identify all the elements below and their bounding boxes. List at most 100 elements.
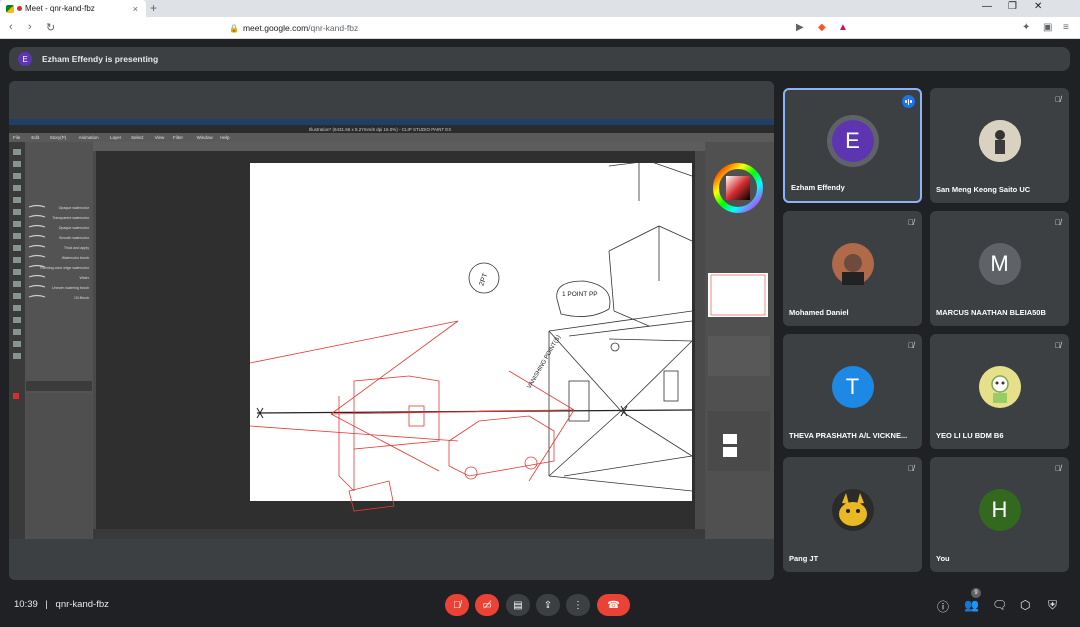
participant-photo-avatar	[831, 488, 874, 531]
present-screen-icon: ⇪	[543, 599, 553, 611]
wallet-icon[interactable]: ▣	[1043, 22, 1052, 33]
menu-icon[interactable]: ≡	[1063, 22, 1069, 33]
app-menu-item: Edit	[31, 135, 40, 140]
app-menu-item: Filter	[173, 135, 184, 140]
url-host: meet.google.com	[242, 23, 309, 33]
captions-icon: ▤	[513, 599, 523, 611]
separator: |	[45, 599, 48, 610]
participant-avatar: M	[978, 242, 1021, 285]
reload-icon[interactable]: ↻	[46, 21, 55, 34]
app-menu-item: View	[155, 135, 165, 140]
brush-item: Transparent watercolor	[52, 216, 90, 220]
brush-item: Oil Brush	[74, 296, 89, 300]
presenter-avatar: E	[18, 52, 32, 66]
more-options-button[interactable]: ⋮	[566, 594, 590, 616]
chat-icon[interactable]: 🗨	[992, 598, 1007, 612]
presenting-banner: E Ezham Effendy is presenting	[9, 47, 1070, 71]
app-title: Illustration* (6431.66 x 8.27mm/6 dpi 16…	[309, 127, 451, 132]
meeting-controls: 10:39 | qnr-kand-fbz 🎙̸ ▭̸ ▤ ⇪ ⋮ ☎ ⓘ 👥 9…	[0, 584, 1080, 627]
sketch-note-1point: 1 POINT PP	[562, 291, 598, 298]
mic-off-icon: 🎙̸	[1055, 218, 1061, 227]
brave-shield-icon[interactable]: ◆	[818, 22, 826, 33]
back-icon[interactable]: ‹	[9, 21, 13, 33]
address-bar[interactable]: 🔒 meet.google.com/qnr-kand-fbz	[205, 20, 853, 36]
meet-favicon-icon	[6, 4, 14, 13]
participant-name: Mohamed Daniel	[789, 308, 849, 317]
mic-off-icon: 🎙̸	[1055, 95, 1061, 104]
mic-off-icon: 🎙̸	[1055, 341, 1061, 350]
mic-toggle-button[interactable]: 🎙̸	[445, 594, 469, 616]
participant-avatar: T	[831, 365, 874, 408]
app-menu-item: Window	[197, 135, 214, 140]
extensions-icon[interactable]: ✦	[1022, 22, 1030, 33]
participant-tile[interactable]: 🎙̸ San Meng Keong Saito UC	[930, 88, 1069, 203]
end-call-icon: ☎	[607, 599, 620, 611]
meet-app: E Ezham Effendy is presenting Illustrati…	[0, 39, 1080, 627]
url-path: /qnr-kand-fbz	[308, 23, 359, 33]
more-vert-icon: ⋮	[573, 599, 583, 611]
participant-photo-avatar	[831, 242, 874, 285]
participant-tile[interactable]: E Ezham Effendy	[783, 88, 922, 203]
meeting-details-icon[interactable]: ⓘ	[937, 598, 949, 615]
mic-off-icon: 🎙̸	[908, 341, 914, 350]
brush-item: Water	[80, 276, 90, 280]
meeting-code: qnr-kand-fbz	[55, 599, 109, 610]
brush-item: Running color edge watercolor	[40, 266, 90, 270]
browser-tab[interactable]: Meet - qnr-kand-fbz ×	[0, 0, 146, 17]
app-menu-item: Select	[131, 135, 144, 140]
participant-tile[interactable]: 🎙̸ Mohamed Daniel	[783, 211, 922, 326]
participant-name: THEVA PRASHATH A/L VICKNE...	[789, 431, 908, 440]
app-menu-item: File	[13, 135, 21, 140]
lock-icon: 🔒	[229, 23, 239, 33]
meeting-info: 10:39 | qnr-kand-fbz	[14, 599, 109, 610]
camera-toggle-button[interactable]: ▭̸	[475, 594, 499, 616]
participant-name: You	[936, 554, 950, 563]
app-menu-item: Animation	[79, 135, 100, 140]
participant-tile[interactable]: T 🎙̸ THEVA PRASHATH A/L VICKNE...	[783, 334, 922, 449]
participant-tile[interactable]: 🎙̸ Pang JT	[783, 457, 922, 572]
leave-call-button[interactable]: ☎	[597, 594, 630, 616]
activities-icon[interactable]: ⬡	[1020, 598, 1030, 612]
camera-off-icon: ▭̸	[482, 599, 492, 611]
speaking-indicator-icon	[902, 95, 915, 108]
window-close-button[interactable]: ✕	[1034, 1, 1042, 12]
mic-off-icon: 🎙̸	[1055, 464, 1061, 473]
participant-name: Ezham Effendy	[791, 183, 845, 192]
restore-button[interactable]: ❐	[1008, 1, 1017, 12]
recording-dot-icon	[17, 6, 22, 11]
brush-item: Thick and apply	[64, 246, 89, 250]
brush-item: Uneven watering brush	[52, 286, 89, 290]
present-button[interactable]: ⇪	[536, 594, 560, 616]
brave-rewards-icon[interactable]: ▲	[838, 22, 848, 33]
people-icon[interactable]: 👥	[964, 598, 979, 612]
app-menu-item: Layer	[110, 135, 122, 140]
shared-screen-content: Illustration* (6431.66 x 8.27mm/6 dpi 16…	[9, 81, 774, 580]
captions-button[interactable]: ▤	[506, 594, 530, 616]
participant-tile-self[interactable]: H 🎙̸ You	[930, 457, 1069, 572]
camera-permission-icon[interactable]: ▶	[796, 22, 804, 33]
participant-name: Pang JT	[789, 554, 819, 563]
host-controls-icon[interactable]: ⛨	[1048, 598, 1057, 613]
participant-name: San Meng Keong Saito UC	[936, 185, 1031, 194]
participant-name: YEO LI LU BDM B6	[936, 431, 1004, 440]
new-tab-button[interactable]: +	[150, 1, 157, 15]
brush-item: Watercolor brush	[62, 256, 89, 260]
mic-off-icon: 🎙̸	[453, 599, 461, 611]
participant-name: MARCUS NAATHAN BLEIA50B	[936, 308, 1046, 317]
browser-tab-strip: Meet - qnr-kand-fbz × + — ❐ ✕	[0, 0, 1080, 17]
app-menu-item: Story(P)	[50, 135, 67, 140]
minimize-button[interactable]: —	[982, 1, 992, 12]
brush-item: Smooth watercolor	[59, 236, 90, 240]
tab-close-icon[interactable]: ×	[133, 4, 138, 14]
people-count-badge: 9	[971, 588, 981, 598]
browser-toolbar: ‹ › ↻ ⎘ 🔒 meet.google.com/qnr-kand-fbz ▶…	[0, 17, 1080, 39]
participant-tile[interactable]: M 🎙̸ MARCUS NAATHAN BLEIA50B	[930, 211, 1069, 326]
presenting-text: Ezham Effendy is presenting	[42, 54, 159, 64]
mic-off-icon: 🎙̸	[908, 464, 914, 473]
participant-avatar: H	[978, 488, 1021, 531]
participant-tile[interactable]: 🎙̸ YEO LI LU BDM B6	[930, 334, 1069, 449]
mic-off-icon: 🎙̸	[908, 218, 914, 227]
participant-avatar: E	[831, 119, 874, 162]
shared-screen-stage[interactable]: Illustration* (6431.66 x 8.27mm/6 dpi 16…	[9, 81, 774, 580]
forward-icon[interactable]: ›	[28, 21, 32, 33]
